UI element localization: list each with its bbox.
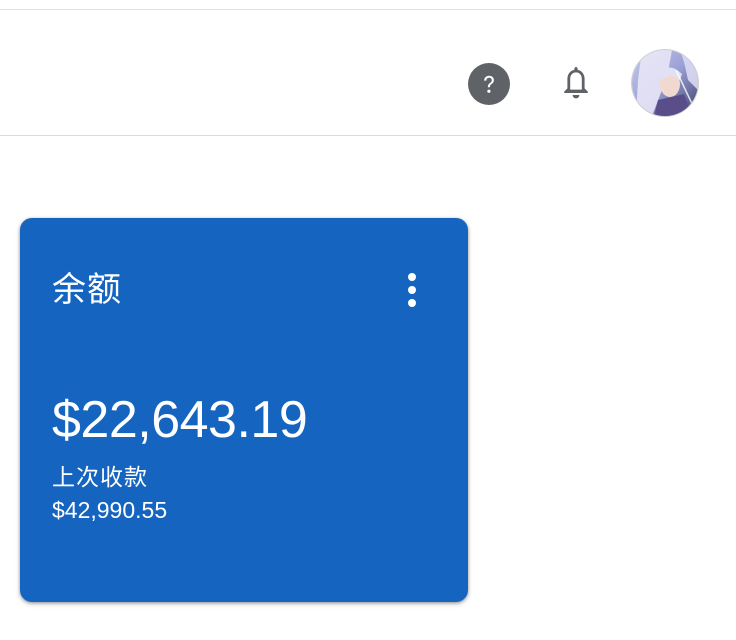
bell-icon — [558, 62, 594, 107]
card-title: 余额 — [52, 271, 122, 309]
more-options-button[interactable] — [398, 268, 426, 312]
help-button[interactable] — [468, 63, 510, 105]
notifications-button[interactable] — [556, 62, 596, 106]
last-payment-label: 上次收款 — [52, 464, 148, 490]
balance-card: 余额 $22,643.19 上次收款 $42,990.55 — [20, 218, 468, 602]
more-vert-icon — [408, 273, 416, 281]
balance-amount: $22,643.19 — [52, 391, 308, 449]
user-avatar[interactable] — [632, 50, 698, 116]
app-header — [0, 10, 736, 136]
help-circle-icon — [476, 71, 502, 97]
last-payment-amount: $42,990.55 — [52, 497, 168, 523]
